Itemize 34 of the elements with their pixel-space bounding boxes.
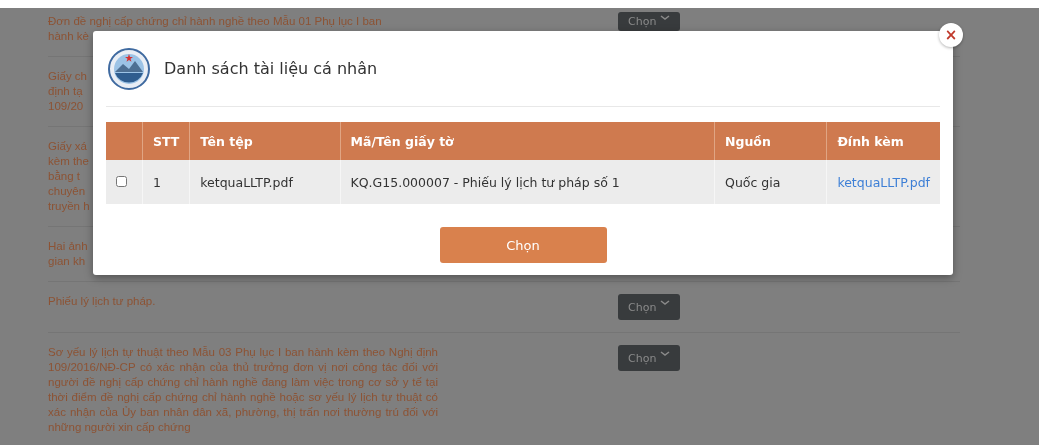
requirement-text: 109/20 xyxy=(48,99,84,114)
table-cell: KQ.G15.000007 - Phiếu lý lịch tư pháp số 1 xyxy=(340,160,715,204)
table-cell: 1 xyxy=(142,160,190,204)
chevron-down-icon xyxy=(660,300,671,306)
table-header-cell: Mã/Tên giấy tờ xyxy=(340,122,715,160)
requirement-text: Phiếu lý lịch tư pháp. xyxy=(48,294,156,309)
requirement-text: hành kè xyxy=(48,29,89,44)
choose-button[interactable]: Chọn xyxy=(439,227,607,263)
requirement-text: định tạ xyxy=(48,84,83,99)
choose-dropdown-button[interactable]: Chọn xyxy=(618,294,681,320)
requirement-text: Đơn đề nghị cấp chứng chỉ hành nghề theo Mẫu 01 Phụ lục I ban xyxy=(48,14,382,29)
requirement-text: Giấy ch xyxy=(48,69,87,84)
requirement-text: kèm the xyxy=(48,154,89,169)
requirement-text: bằng t xyxy=(48,169,80,184)
choose-dropdown-button[interactable]: Chọn xyxy=(618,345,681,371)
table-cell: Quốc gia xyxy=(714,160,827,204)
table-header-cell xyxy=(106,122,143,160)
table-header-cell: STT xyxy=(142,122,190,160)
table-header-cell: Nguồn xyxy=(714,122,827,160)
requirement-text: Sơ yếu lý lịch tự thuật theo Mẫu 03 Phụ lục I ban hành kèm theo Nghị định 109/2016/NĐ-CP có xác nhận của thủ trưởng đơn vị nơi công tác đối với người đề nghị cấp chứng chỉ hành nghề đang làm việc trong cơ sở y tế tại thời điểm đề nghị cấp chứng chỉ hành nghề hoặc sơ yếu lý lịch tự thuật có xác nhận của Ủy ban nhân dân xã, phường, thị trấn nơi thường trú đối với những người xin cấp chứng xyxy=(48,345,438,435)
logo-icon xyxy=(108,47,150,90)
requirement-text: Giấy xá xyxy=(48,139,87,154)
row-checkbox[interactable] xyxy=(116,175,127,187)
requirement-text: gian kh xyxy=(48,254,86,269)
requirement-text: truyền h xyxy=(48,199,90,214)
modal-title: Danh sách tài liệu cá nhân xyxy=(164,59,378,78)
chevron-down-icon xyxy=(660,351,671,357)
requirement-text: chuyên xyxy=(48,184,86,199)
choose-dropdown-button[interactable]: Chọn xyxy=(618,12,681,31)
table-header-cell: Đính kèm xyxy=(826,122,940,160)
table-cell: ketquaLLTP.pdf xyxy=(189,160,341,204)
chevron-down-icon xyxy=(660,14,671,21)
table-header-cell: Tên tệp xyxy=(189,122,341,160)
requirement-text: Hai ảnh xyxy=(48,239,88,254)
